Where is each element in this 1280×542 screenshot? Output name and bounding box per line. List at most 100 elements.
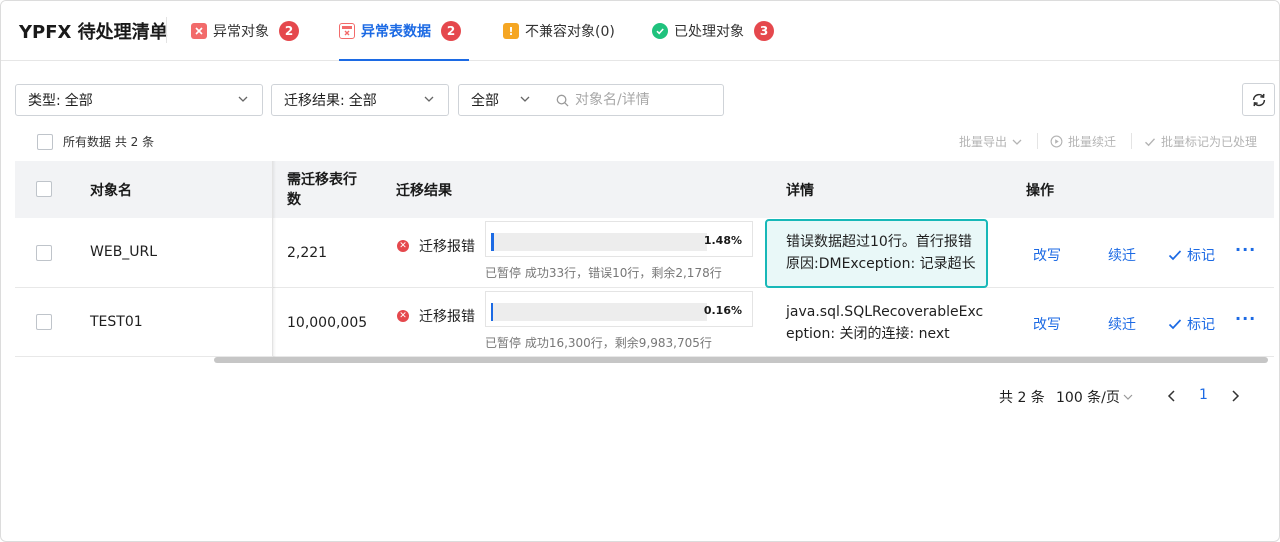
error-icon: ✕	[397, 310, 409, 322]
bulk-export-label: 批量导出	[959, 135, 1008, 149]
pagination-total: 共 2 条	[999, 390, 1045, 406]
tab-abnormal-table-data[interactable]: 异常表数据 2	[339, 1, 469, 61]
row-checkbox[interactable]	[36, 245, 52, 261]
status-text: 迁移报错	[419, 309, 475, 325]
fixed-column-shadow	[273, 161, 276, 357]
tab-label: 不兼容对象(0)	[525, 24, 615, 40]
select-all-label: 所有数据 共 2 条	[63, 135, 155, 149]
detail-line: 错误数据超过10行。首行报错	[786, 234, 972, 250]
header-checkbox[interactable]	[36, 181, 52, 197]
page-size-select[interactable]: 100 条/页	[1056, 387, 1133, 407]
page-number-current[interactable]: 1	[1199, 387, 1208, 403]
resume-button[interactable]: 续迁	[1108, 245, 1136, 265]
status-label: ✕ 迁移报错	[397, 306, 475, 326]
prev-page-button[interactable]	[1163, 387, 1179, 405]
table-header: 对象名 需迁移表行数 迁移结果 详情 操作	[15, 161, 1274, 218]
rewrite-button[interactable]: 改写	[1033, 314, 1061, 334]
divider	[1037, 133, 1038, 149]
search-icon	[556, 94, 569, 107]
progress-bar: 1.48%	[485, 221, 753, 257]
divider	[1131, 133, 1132, 149]
check-icon	[1145, 137, 1156, 146]
result-filter-select[interactable]: 迁移结果: 全部	[271, 84, 449, 116]
row-checkbox[interactable]	[36, 314, 52, 330]
resume-button[interactable]: 续迁	[1108, 314, 1136, 334]
result-filter-value: 全部	[348, 93, 377, 109]
column-header-detail: 详情	[786, 183, 814, 199]
more-actions-button[interactable]: ···	[1235, 240, 1256, 259]
column-header-name: 对象名	[90, 183, 132, 199]
check-circle-icon	[652, 23, 668, 39]
status-label: ✕ 迁移报错	[397, 236, 475, 256]
object-name: WEB_URL	[90, 244, 158, 260]
progress-bar: 0.16%	[485, 291, 753, 327]
scope-filter-value: 全部	[471, 93, 499, 109]
column-header-rows: 需迁移表行数	[287, 172, 357, 208]
page-size-label: 100 条/页	[1056, 390, 1120, 406]
rows-needed: 10,000,005	[287, 315, 368, 331]
error-table-icon	[339, 23, 355, 39]
mark-label: 标记	[1187, 248, 1215, 264]
scope-filter-select[interactable]: 全部	[458, 84, 545, 116]
count-badge: 3	[754, 21, 774, 41]
warning-icon: !	[503, 23, 519, 39]
bulk-export-button[interactable]: 批量导出	[959, 133, 1022, 150]
refresh-icon	[1252, 93, 1265, 106]
bulk-resume-label: 批量续迁	[1068, 135, 1117, 149]
bulk-mark-processed-button[interactable]: 批量标记为已处理	[1144, 133, 1257, 150]
tab-label: 异常表数据	[361, 24, 431, 40]
tab-label: 异常对象	[213, 24, 269, 40]
column-header-result: 迁移结果	[396, 183, 452, 199]
column-header-ops: 操作	[1026, 183, 1054, 199]
mark-button[interactable]: 标记	[1168, 245, 1215, 265]
progress-note: 已暂停 成功16,300行，剩余9,983,705行	[485, 336, 712, 350]
search-box	[544, 84, 724, 116]
detail-line: eption: 关闭的连接: next	[786, 326, 950, 342]
tab-incompatible-objects[interactable]: ! 不兼容对象(0)	[503, 1, 615, 61]
count-badge: 2	[279, 21, 299, 41]
progress-track	[491, 303, 707, 321]
search-input[interactable]	[575, 92, 715, 108]
select-all-row: 所有数据 共 2 条	[37, 133, 154, 150]
header-bar: YPFX 待处理清单 异常对象 2 异常表数据 2 ! 不兼容对象(0) 已处理…	[1, 1, 1279, 61]
bulk-resume-button[interactable]: 批量续迁	[1050, 133, 1116, 150]
rewrite-button[interactable]: 改写	[1033, 245, 1061, 265]
error-box-icon	[191, 23, 207, 39]
app-window: YPFX 待处理清单 异常对象 2 异常表数据 2 ! 不兼容对象(0) 已处理…	[0, 0, 1280, 542]
result-filter-label: 迁移结果:	[284, 93, 345, 109]
chevron-down-icon	[1012, 139, 1022, 145]
progress-percent: 1.48%	[703, 234, 742, 247]
rows-needed: 2,221	[287, 245, 328, 261]
detail-text: java.sql.SQLRecoverableExc eption: 关闭的连接…	[786, 301, 983, 345]
more-actions-button[interactable]: ···	[1235, 309, 1256, 328]
chevron-down-icon	[520, 96, 530, 102]
progress-percent: 0.16%	[703, 304, 742, 317]
check-icon	[1168, 319, 1182, 330]
progress-fill	[491, 233, 495, 251]
progress-track	[491, 233, 707, 251]
play-circle-icon	[1050, 135, 1063, 148]
chevron-down-icon	[238, 96, 248, 102]
horizontal-scrollbar[interactable]	[214, 357, 1268, 363]
mark-button[interactable]: 标记	[1168, 314, 1215, 334]
chevron-right-icon	[1231, 390, 1239, 402]
progress-note: 已暂停 成功33行，错误10行，剩余2,178行	[485, 266, 722, 280]
mark-label: 标记	[1187, 317, 1215, 333]
chevron-left-icon	[1167, 390, 1175, 402]
page-title: YPFX 待处理清单	[19, 22, 168, 43]
type-filter-value: 全部	[64, 93, 93, 109]
tab-label: 已处理对象	[674, 24, 744, 40]
object-name: TEST01	[90, 314, 143, 330]
error-icon: ✕	[397, 240, 409, 252]
refresh-button[interactable]	[1242, 83, 1275, 116]
check-icon	[1168, 250, 1182, 261]
tab-abnormal-objects[interactable]: 异常对象 2	[191, 1, 299, 61]
detail-text: 错误数据超过10行。首行报错 原因:DMException: 记录超长	[786, 231, 976, 275]
detail-line: java.sql.SQLRecoverableExc	[786, 304, 984, 320]
type-filter-select[interactable]: 类型: 全部	[15, 84, 263, 116]
select-all-checkbox[interactable]	[37, 133, 53, 150]
type-filter-label: 类型:	[28, 93, 61, 109]
progress-fill	[491, 303, 493, 321]
tab-processed-objects[interactable]: 已处理对象 3	[652, 1, 774, 61]
next-page-button[interactable]	[1227, 387, 1243, 405]
